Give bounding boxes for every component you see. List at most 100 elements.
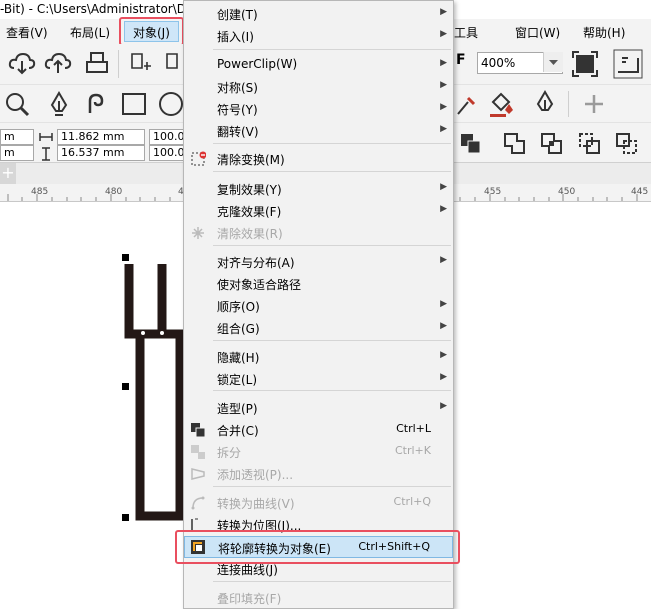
obj-x-field[interactable]: m <box>0 129 34 145</box>
menu-item-symbol[interactable]: 符号(Y) ▶ <box>211 98 453 120</box>
scale-x-value: 100.0 <box>153 130 185 143</box>
menu-item-label: 对称(S) <box>217 81 258 95</box>
menu-item-insert[interactable]: 插入(I) ▶ <box>211 25 453 47</box>
menu-item-symmetry[interactable]: 对称(S) ▶ <box>211 76 453 98</box>
menu-separator <box>213 486 451 487</box>
menu-item-label: 清除效果(R) <box>217 227 283 241</box>
menu-item-label: 复制效果(Y) <box>217 183 282 197</box>
submenu-arrow-icon: ▶ <box>440 80 447 90</box>
scale-y-field[interactable]: 100.0 <box>149 145 185 161</box>
menu-item-powerclip[interactable]: PowerClip(W) ▶ <box>211 54 453 76</box>
menu-item-clone-effect[interactable]: 克隆效果(F) ▶ <box>211 200 453 222</box>
menu-item-fit-to-path[interactable]: 使对象适合路径 <box>211 273 453 295</box>
simplify-icon[interactable] <box>614 131 640 157</box>
canvas-drawing[interactable] <box>0 202 183 609</box>
submenu-arrow-icon: ▶ <box>440 204 447 214</box>
menu-item-label: 清除变换(M) <box>217 153 285 167</box>
menu-help[interactable]: 帮助(H) <box>583 24 625 41</box>
scale-x-field[interactable]: 100.0 <box>149 129 185 145</box>
add-page-tab-label: + <box>1 163 15 182</box>
menu-item-hide[interactable]: 隐藏(H) ▶ <box>211 346 453 368</box>
rectangle-tool-icon[interactable] <box>120 91 148 117</box>
export-icon[interactable] <box>162 50 184 76</box>
smart-drawing-icon[interactable] <box>532 90 558 118</box>
menu-item-clear-transform[interactable]: 清除变换(M) <box>211 148 453 170</box>
height-field[interactable]: 16.537 mm <box>57 145 145 161</box>
menu-item-label: 克隆效果(F) <box>217 205 282 219</box>
toolbar-glyph: F <box>456 52 466 68</box>
selection-handle <box>122 514 129 521</box>
scale-y-value: 100.0 <box>153 146 185 159</box>
menu-window[interactable]: 窗口(W) <box>515 24 560 41</box>
menu-item-break-apart: 拆分 Ctrl+K <box>211 441 453 463</box>
chevron-down-icon <box>549 60 558 65</box>
menu-item-copy-effect[interactable]: 复制效果(Y) ▶ <box>211 178 453 200</box>
menu-item-shortcut: Ctrl+L <box>396 422 431 435</box>
import-icon[interactable] <box>127 50 155 76</box>
intersect-icon[interactable] <box>577 131 603 157</box>
combine-icon <box>191 423 206 438</box>
cloud-download-icon[interactable] <box>8 50 36 76</box>
options-ruler-icon[interactable] <box>612 48 644 80</box>
menu-item-order[interactable]: 顺序(O) ▶ <box>211 295 453 317</box>
menu-item-group[interactable]: 组合(G) ▶ <box>211 317 453 339</box>
obj-y-value: m <box>4 146 15 159</box>
callout-box-object-menu <box>119 17 184 46</box>
menu-item-create[interactable]: 创建(T) ▶ <box>211 3 453 25</box>
menu-item-convert-to-curves: 转换为曲线(V) Ctrl+Q <box>211 492 453 514</box>
width-field[interactable]: 11.862 mm <box>57 129 145 145</box>
width-icon <box>39 133 53 141</box>
menu-item-label: 对齐与分布(A) <box>217 256 295 270</box>
menu-item-add-perspective: 添加透视(P)... <box>211 463 453 485</box>
menu-tools[interactable]: 工具 <box>454 24 478 41</box>
menu-item-flip[interactable]: 翻转(V) ▶ <box>211 120 453 142</box>
menu-item-label: 插入(I) <box>217 30 254 44</box>
cloud-upload-icon[interactable] <box>44 50 72 76</box>
menu-item-label: 翻转(V) <box>217 125 259 139</box>
spiral-tool-icon[interactable] <box>84 91 110 117</box>
menu-separator <box>213 143 451 144</box>
zoom-level-value: 400% <box>481 56 516 70</box>
submenu-arrow-icon: ▶ <box>440 7 447 17</box>
menu-item-label: 拆分 <box>217 446 242 460</box>
menu-view[interactable]: 查看(V) <box>6 24 48 41</box>
width-value: 11.862 mm <box>61 130 125 143</box>
obj-y-field[interactable]: m <box>0 145 34 161</box>
menu-item-clear-effect: 清除效果(R) <box>211 222 453 244</box>
submenu-arrow-icon: ▶ <box>440 124 447 134</box>
canvas-right[interactable] <box>454 202 651 609</box>
menu-item-align-distribute[interactable]: 对齐与分布(A) ▶ <box>211 251 453 273</box>
ellipse-tool-icon[interactable] <box>157 91 183 117</box>
zoom-tool-icon[interactable] <box>4 91 30 117</box>
print-icon[interactable] <box>83 50 111 76</box>
menu-item-label: 组合(G) <box>217 322 260 336</box>
submenu-arrow-icon: ▶ <box>440 182 447 192</box>
group-icon[interactable] <box>458 131 484 157</box>
object-dropdown-menu: 创建(T) ▶ 插入(I) ▶ PowerClip(W) ▶ 对称(S) ▶ 符号(Y) ▶ 翻转(… <box>183 0 454 609</box>
menu-item-shaping[interactable]: 造型(P) ▶ <box>211 397 453 419</box>
fill-tool-icon[interactable] <box>487 90 515 118</box>
submenu-arrow-icon: ▶ <box>440 255 447 265</box>
clear-transform-icon <box>191 151 206 166</box>
menu-item-lock[interactable]: 锁定(L) ▶ <box>211 368 453 390</box>
eyedropper-tool-icon[interactable] <box>454 90 480 118</box>
menu-item-label: 叠印填充(F) <box>217 592 282 606</box>
submenu-arrow-icon: ▶ <box>440 321 447 331</box>
zoom-dropdown-button[interactable] <box>543 52 563 72</box>
window-title: -Bit) - C:\Users\Administrator\Doc <box>0 2 200 16</box>
trim-icon[interactable] <box>539 131 565 157</box>
pen-tool-icon[interactable] <box>46 91 72 117</box>
menu-layout[interactable]: 布局(L) <box>70 24 110 41</box>
obj-x-value: m <box>4 130 15 143</box>
height-icon <box>42 147 50 161</box>
add-page-tab-button[interactable]: + <box>0 163 16 185</box>
toolbar-divider <box>118 50 119 78</box>
submenu-arrow-icon: ▶ <box>440 58 447 68</box>
menu-item-combine[interactable]: 合并(C) Ctrl+L <box>211 419 453 441</box>
menu-item-label: 转换为曲线(V) <box>217 497 295 511</box>
menu-separator <box>213 171 451 172</box>
add-tool-icon[interactable] <box>582 92 606 116</box>
menu-separator <box>213 49 451 50</box>
full-screen-icon[interactable] <box>571 50 599 78</box>
weld-icon[interactable] <box>502 131 528 157</box>
